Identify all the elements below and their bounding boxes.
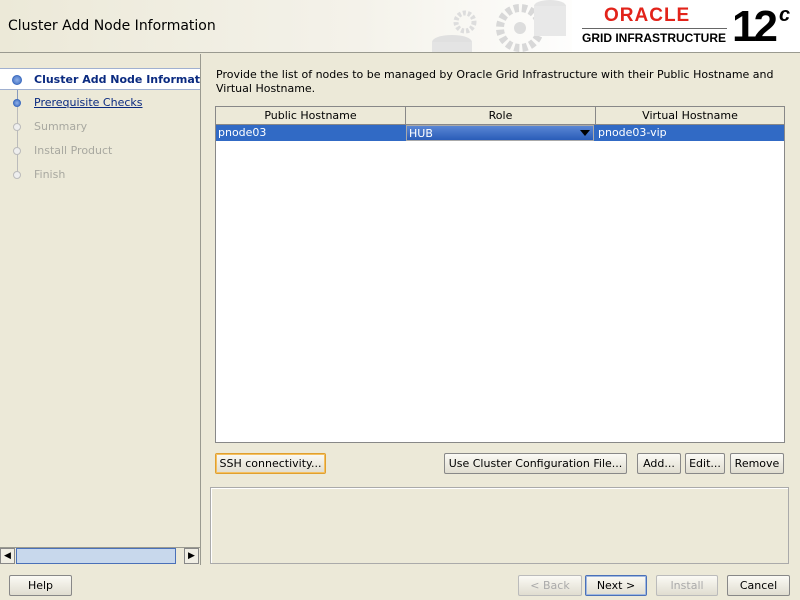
column-header-virtual-hostname[interactable]: Virtual Hostname	[596, 107, 784, 125]
cancel-button[interactable]: Cancel	[727, 575, 790, 596]
next-button[interactable]: Next >	[585, 575, 647, 596]
steps-sidebar: Cluster Add Node Information Prerequisit…	[0, 54, 201, 565]
step-install-product: Install Product	[0, 140, 200, 162]
gears-graphic-icon	[432, 0, 566, 52]
ssh-connectivity-button[interactable]: SSH connectivity...	[215, 453, 326, 474]
install-button: Install	[656, 575, 718, 596]
instructions-text: Provide the list of nodes to be managed …	[216, 68, 774, 95]
step-label: Summary	[34, 120, 88, 133]
step-finish: Finish	[0, 164, 200, 186]
remove-button[interactable]: Remove	[730, 453, 784, 474]
logo-divider	[582, 28, 727, 29]
version-suffix: c	[778, 4, 790, 26]
version-logo: 12 c	[732, 2, 790, 52]
message-pane	[210, 487, 789, 564]
step-cluster-add-node[interactable]: Cluster Add Node Information	[0, 68, 200, 90]
help-button[interactable]: Help	[9, 575, 72, 596]
nodes-table: Public Hostname Role Virtual Hostname pn…	[215, 106, 785, 443]
table-row[interactable]: pnode03 HUB pnode03-vip	[216, 125, 784, 141]
product-name: GRID INFRASTRUCTURE	[582, 31, 726, 45]
public-hostname-cell[interactable]: pnode03	[216, 125, 406, 141]
add-button[interactable]: Add...	[637, 453, 681, 474]
step-label: Prerequisite Checks	[34, 96, 143, 109]
oracle-logo: ORACLE	[604, 5, 691, 26]
step-done-icon	[13, 99, 21, 107]
step-label: Cluster Add Node Information	[34, 73, 200, 86]
column-header-role[interactable]: Role	[406, 107, 596, 125]
header-banner: Cluster Add Node Information ORACLE GRID…	[0, 0, 800, 53]
step-pending-icon	[13, 123, 21, 131]
edit-button[interactable]: Edit...	[685, 453, 725, 474]
step-summary: Summary	[0, 116, 200, 138]
step-label: Finish	[34, 168, 66, 181]
use-cluster-config-file-button[interactable]: Use Cluster Configuration File...	[444, 453, 627, 474]
step-prerequisite-checks[interactable]: Prerequisite Checks	[0, 92, 200, 114]
step-pending-icon	[13, 147, 21, 155]
virtual-hostname-cell[interactable]: pnode03-vip	[596, 125, 784, 141]
role-dropdown[interactable]: HUB	[406, 125, 594, 141]
sidebar-horizontal-scrollbar[interactable]: ◀ ▶	[0, 547, 200, 564]
page-title: Cluster Add Node Information	[8, 18, 216, 34]
scroll-left-arrow-icon[interactable]: ◀	[0, 548, 15, 564]
chevron-down-icon	[580, 130, 590, 136]
scrollbar-thumb[interactable]	[16, 548, 176, 564]
step-label: Install Product	[34, 144, 113, 157]
step-current-icon	[12, 75, 22, 85]
step-pending-icon	[13, 171, 21, 179]
role-value: HUB	[409, 127, 433, 140]
scroll-right-arrow-icon[interactable]: ▶	[184, 548, 199, 564]
back-button: < Back	[518, 575, 582, 596]
version-number: 12	[732, 2, 778, 51]
column-header-public-hostname[interactable]: Public Hostname	[216, 107, 406, 125]
